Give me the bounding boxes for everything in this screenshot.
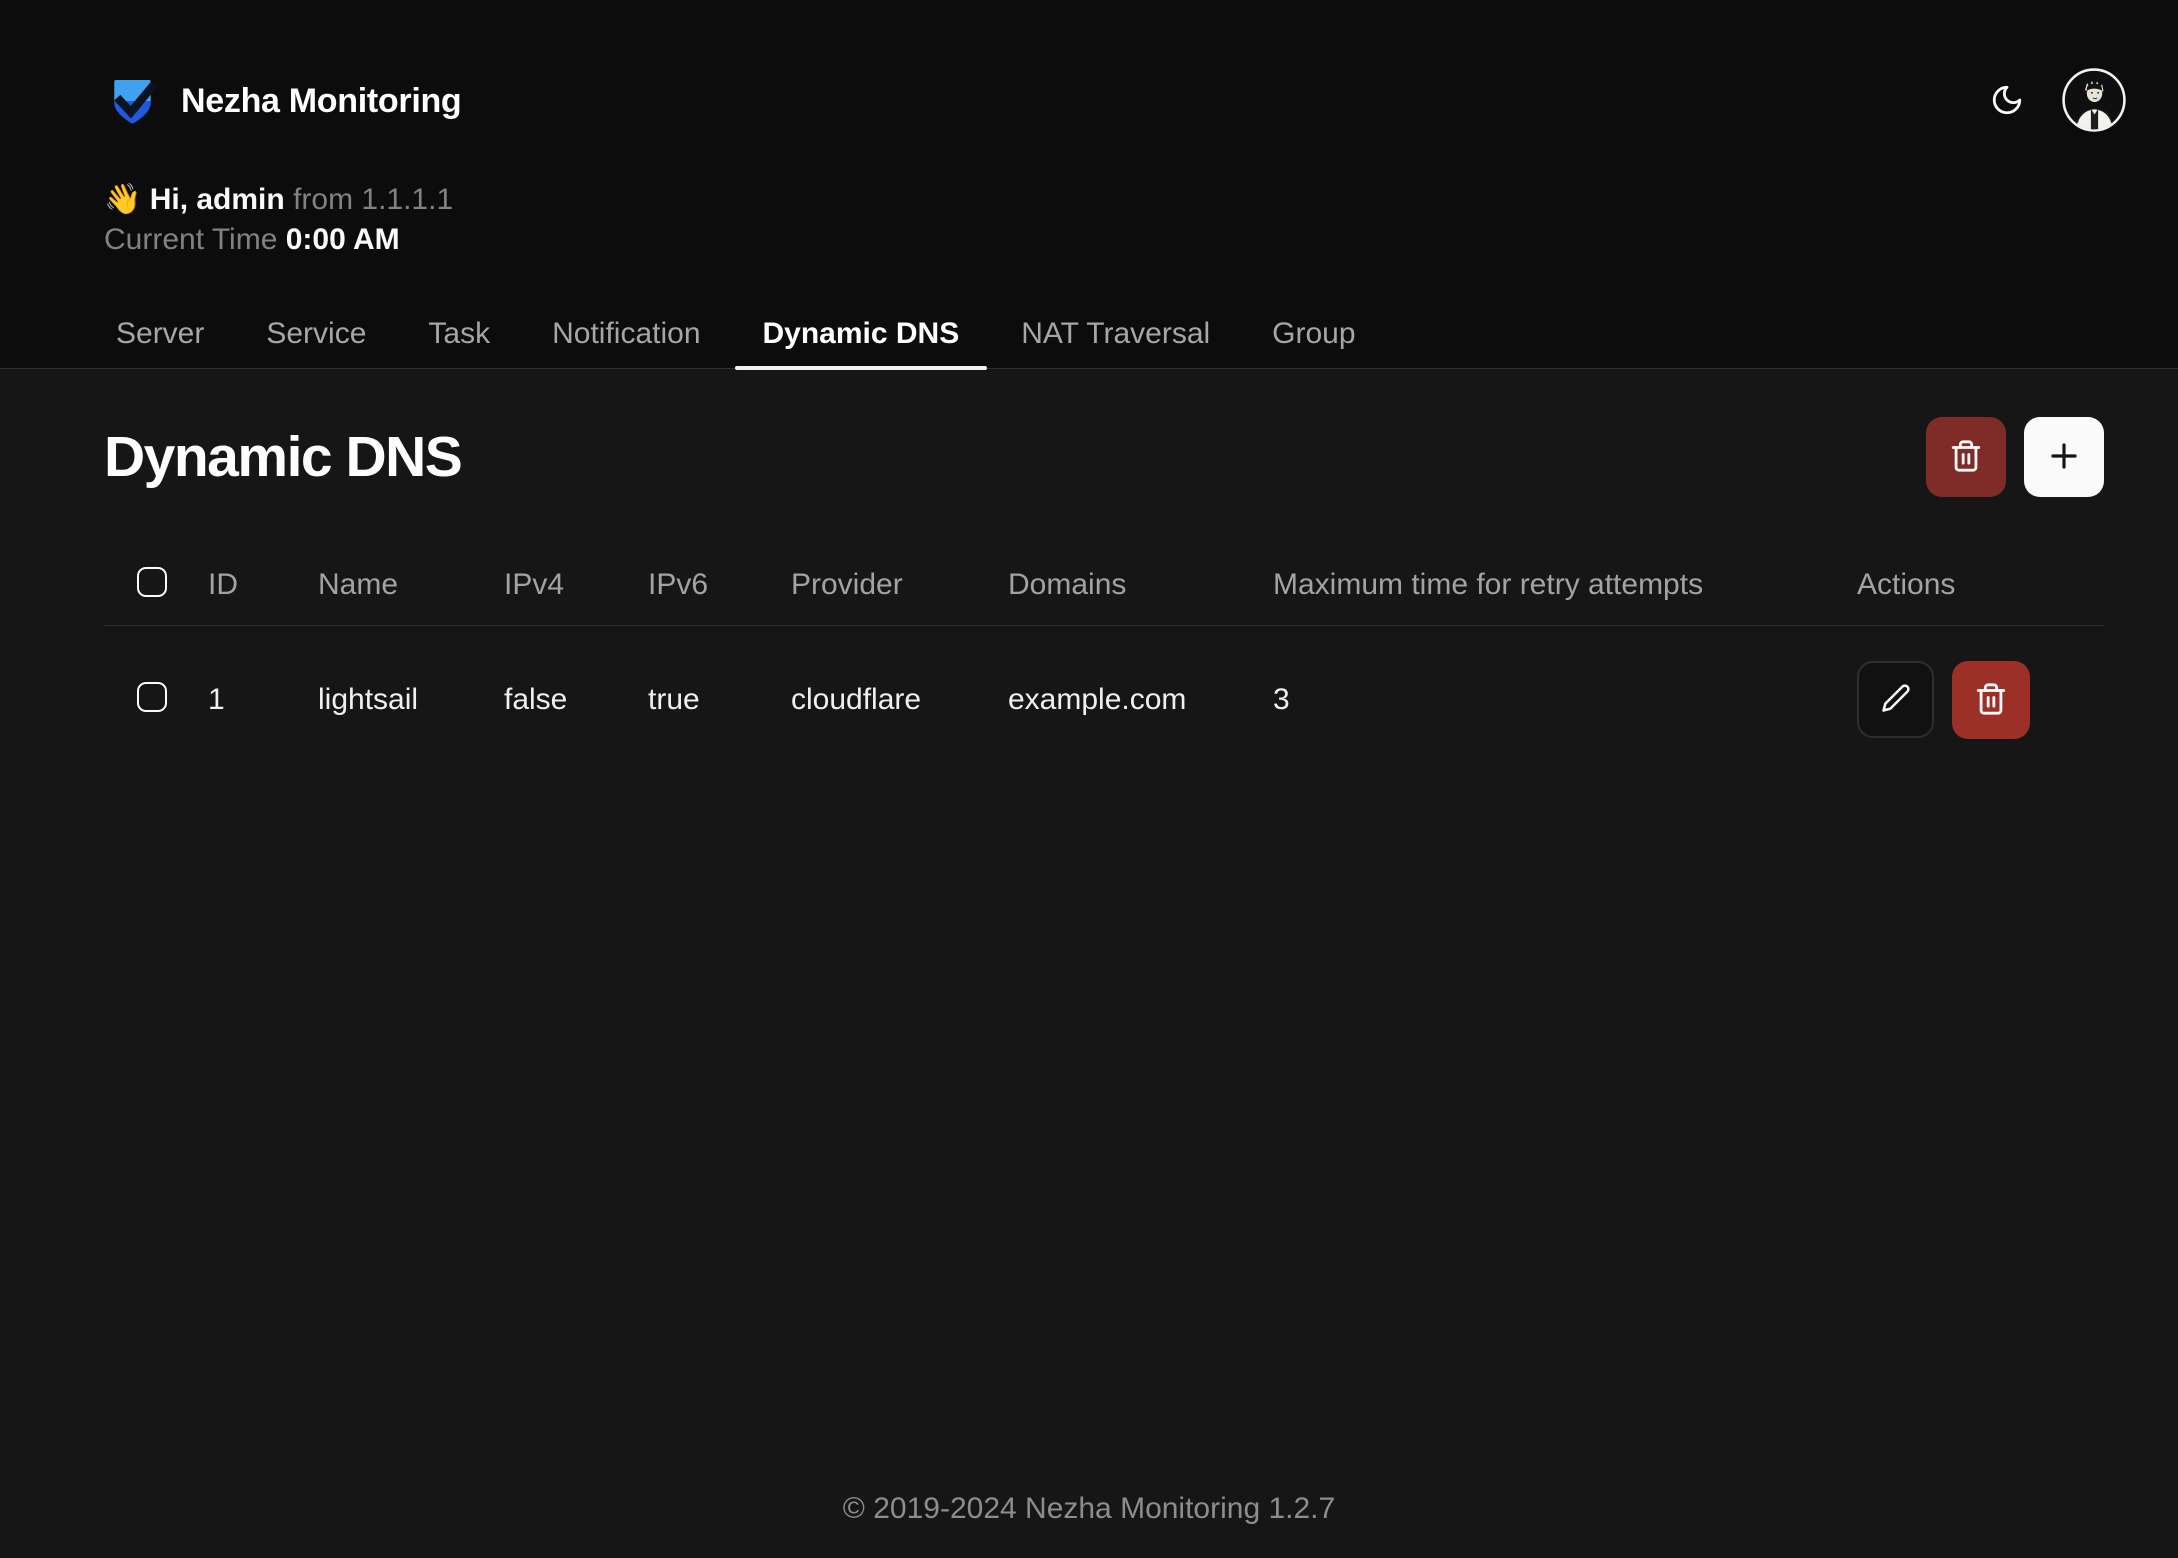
- tab-server[interactable]: Server: [88, 316, 232, 368]
- footer-copyright: © 2019-2024 Nezha Monitoring 1.2.7: [0, 1492, 2178, 1526]
- toolbar: [1926, 417, 2104, 497]
- tab-notification[interactable]: Notification: [524, 316, 728, 368]
- site-header: Nezha Monitoring: [0, 0, 2178, 369]
- greeting-from-ip: from 1.1.1.1: [293, 183, 453, 216]
- cell-ipv4: false: [504, 683, 648, 717]
- tab-dynamic-dns[interactable]: Dynamic DNS: [735, 316, 988, 368]
- current-time-label: Current Time: [104, 223, 277, 256]
- greeting-block: 👋 Hi, admin from 1.1.1.1 Current Time 0:…: [104, 180, 2104, 260]
- row-checkbox[interactable]: [137, 682, 167, 712]
- column-header-name: Name: [318, 568, 504, 602]
- tab-service[interactable]: Service: [238, 316, 394, 368]
- column-header-ipv4: IPv4: [504, 568, 648, 602]
- cell-provider: cloudflare: [791, 683, 1008, 717]
- ddns-table: ID Name IPv4 IPv6 Provider Domains Maxim…: [104, 545, 2104, 774]
- column-header-id: ID: [208, 568, 318, 602]
- tab-group[interactable]: Group: [1244, 316, 1383, 368]
- row-checkbox-cell: [104, 682, 208, 718]
- row-actions: [1857, 661, 2104, 739]
- greeting-line: 👋 Hi, admin from 1.1.1.1: [104, 180, 2104, 220]
- column-header-ipv6: IPv6: [648, 568, 791, 602]
- current-time-value: 0:00 AM: [286, 223, 400, 256]
- add-record-button[interactable]: [2024, 417, 2104, 497]
- title-row: Dynamic DNS: [104, 416, 2104, 498]
- column-header-actions: Actions: [1857, 568, 2104, 602]
- header-actions: [1987, 67, 2127, 133]
- header-checkbox-cell: [104, 567, 208, 603]
- main-content: Dynamic DNS: [0, 416, 2178, 774]
- theme-toggle-moon-icon[interactable]: [1987, 80, 2027, 120]
- trash-icon: [1949, 439, 1983, 476]
- tab-nat-traversal[interactable]: NAT Traversal: [993, 316, 1238, 368]
- greeting-user: Hi, admin: [150, 183, 285, 216]
- tab-task[interactable]: Task: [400, 316, 518, 368]
- cell-max-retry: 3: [1273, 683, 1857, 717]
- current-time-line: Current Time 0:00 AM: [104, 220, 2104, 260]
- main-nav-tabs: Server Service Task Notification Dynamic…: [88, 316, 2104, 368]
- app-title: Nezha Monitoring: [181, 82, 461, 121]
- brand: Nezha Monitoring: [104, 75, 2104, 128]
- cell-id: 1: [208, 683, 318, 717]
- column-header-domains: Domains: [1008, 568, 1273, 602]
- cell-domains: example.com: [1008, 683, 1273, 717]
- cell-name: lightsail: [318, 683, 504, 717]
- app-logo-shield-icon: [104, 75, 161, 128]
- plus-icon: [2045, 437, 2083, 478]
- cell-ipv6: true: [648, 683, 791, 717]
- wave-emoji-icon: 👋: [104, 183, 141, 216]
- edit-record-button[interactable]: [1857, 661, 1934, 738]
- pencil-icon: [1881, 683, 1911, 716]
- table-row: 1 lightsail false true cloudflare exampl…: [104, 626, 2104, 774]
- column-header-provider: Provider: [791, 568, 1008, 602]
- select-all-checkbox[interactable]: [137, 567, 167, 597]
- table-header-row: ID Name IPv4 IPv6 Provider Domains Maxim…: [104, 545, 2104, 626]
- delete-record-button[interactable]: [1952, 661, 2030, 739]
- trash-icon: [1974, 682, 2008, 719]
- page-title: Dynamic DNS: [104, 424, 461, 490]
- delete-selected-button[interactable]: [1926, 417, 2006, 497]
- column-header-max-retry: Maximum time for retry attempts: [1273, 568, 1857, 602]
- user-avatar[interactable]: [2061, 67, 2127, 133]
